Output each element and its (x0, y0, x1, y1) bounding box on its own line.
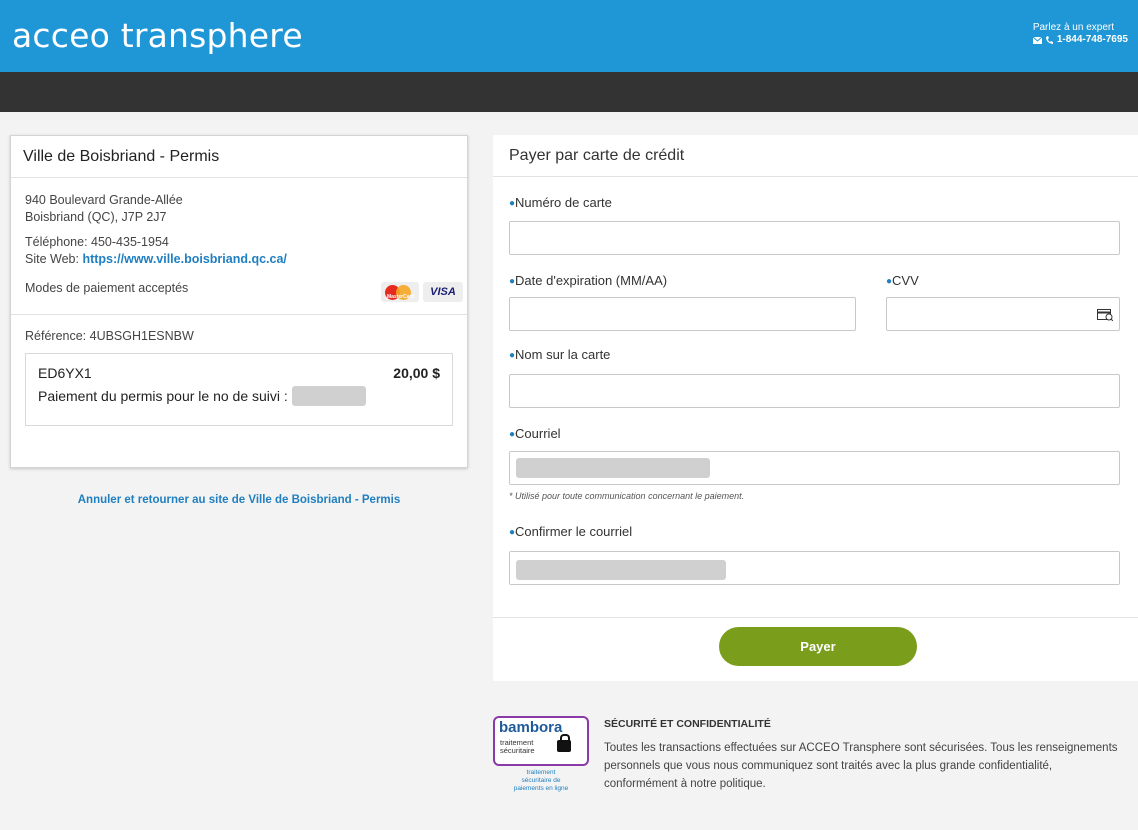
expert-contact: Parlez à un expert 1-844-748-7695 (1032, 22, 1128, 46)
card-cvv-icon (1097, 309, 1113, 321)
name-label: ●Nom sur la carte (509, 347, 611, 362)
merchant-phone: Téléphone: 450-435-1954 (25, 235, 169, 249)
card-number-label: ●Numéro de carte (509, 195, 612, 210)
cvv-label: ●CVV (886, 273, 919, 288)
redacted-email (516, 458, 710, 478)
payment-form: Payer par carte de crédit ●Numéro de car… (493, 135, 1138, 681)
lock-icon (557, 734, 571, 752)
merchant-title: Ville de Boisbriand - Permis (11, 136, 467, 178)
form-title: Payer par carte de crédit (493, 135, 1138, 177)
redacted-confirm-email (516, 560, 726, 580)
email-input[interactable] (509, 451, 1120, 485)
address-line1: 940 Boulevard Grande-Allée (25, 193, 183, 207)
email-note: * Utilisé pour toute communication conce… (509, 491, 745, 501)
security-heading: SÉCURITÉ ET CONFIDENTIALITÉ (604, 718, 771, 730)
order-item: ED6YX1 20,00 $ Paiement du permis pour l… (25, 353, 453, 426)
website-link[interactable]: https://www.ville.boisbriand.qc.ca/ (82, 252, 286, 266)
nav-bar (0, 72, 1138, 112)
payment-modes-label: Modes de paiement acceptés (25, 281, 189, 295)
item-description: Paiement du permis pour le no de suivi : (38, 388, 288, 404)
address-line2: Boisbriand (QC), J7P 2J7 (25, 210, 167, 224)
merchant-info: 940 Boulevard Grande-Allée Boisbriand (Q… (11, 178, 467, 306)
expert-label: Parlez à un expert (1032, 22, 1114, 33)
payment-modes: Modes de paiement acceptés MasterCard VI… (25, 272, 463, 306)
bambora-badge[interactable]: bambora traitement sécuritaire traitemen… (493, 716, 589, 793)
mastercard-icon: MasterCard (381, 282, 419, 302)
envelope-icon[interactable] (1032, 36, 1042, 44)
expiry-label: ●Date d'expiration (MM/AA) (509, 273, 668, 288)
cancel-link[interactable]: Annuler et retourner au site de Ville de… (10, 494, 468, 506)
name-input[interactable] (509, 374, 1120, 408)
redacted-tracking-number (291, 386, 366, 406)
bambora-logo: bambora (499, 719, 563, 736)
badge-caption: traitement sécuritaire de paiements en l… (513, 769, 569, 792)
cvv-input[interactable] (886, 297, 1120, 331)
reference: Référence: 4UBSGH1ESNBW (11, 314, 467, 343)
acceo-logo[interactable]: acceo transphere (12, 16, 303, 55)
merchant-card: Ville de Boisbriand - Permis 940 Bouleva… (10, 135, 468, 468)
badge-subtext: traitement sécuritaire (500, 738, 535, 755)
confirm-email-label: ●Confirmer le courriel (509, 524, 633, 539)
email-label: ●Courriel (509, 426, 561, 441)
website-label: Site Web: (25, 252, 79, 266)
phone-icon[interactable] (1045, 35, 1054, 45)
expert-phone[interactable]: 1-844-748-7695 (1057, 34, 1128, 46)
mastercard-text: MasterCard (387, 294, 415, 300)
pay-button[interactable]: Payer (719, 627, 917, 666)
confirm-email-input[interactable] (509, 551, 1120, 585)
security-notice: SÉCURITÉ ET CONFIDENTIALITÉ Toutes les t… (604, 715, 1128, 793)
item-code: ED6YX1 (38, 365, 92, 381)
security-text: Toutes les transactions effectuées sur A… (604, 742, 1118, 790)
divider (493, 617, 1138, 618)
card-number-input[interactable] (509, 221, 1120, 255)
visa-icon: VISA (423, 282, 463, 302)
expiry-input[interactable] (509, 297, 856, 331)
item-amount: 20,00 $ (393, 365, 440, 381)
top-header: acceo transphere Parlez à un expert 1-84… (0, 0, 1138, 72)
